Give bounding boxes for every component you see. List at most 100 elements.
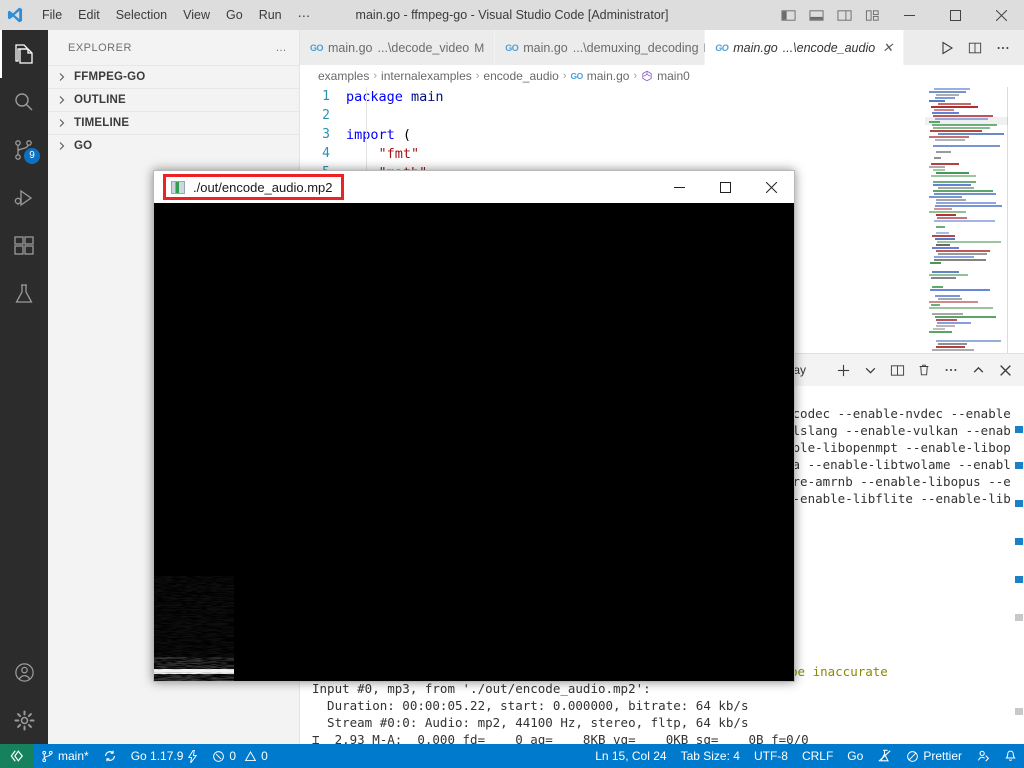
activity-search-icon[interactable]	[0, 78, 48, 126]
sidebar-more-actions-icon[interactable]: …	[276, 42, 288, 54]
go-file-icon: GO	[570, 71, 584, 81]
terminal-scrollbar[interactable]	[1014, 418, 1024, 745]
terminal-line: ra --enable-libtwolame --enabl	[785, 457, 1011, 472]
editor-tab-encode-audio[interactable]: GO main.go ...\encode_audio ✕	[705, 30, 905, 65]
window-close-button[interactable]	[978, 0, 1024, 30]
status-language-mode[interactable]: Go	[840, 744, 870, 768]
menu-bar: File Edit Selection View Go Run ⋯	[34, 5, 318, 26]
chevron-right-icon	[54, 115, 70, 131]
status-errors-count: 0	[229, 749, 237, 763]
audio-spectrogram-icon	[154, 576, 234, 681]
menu-run[interactable]: Run	[251, 5, 290, 25]
status-branch[interactable]: main*	[34, 744, 96, 768]
menu-file[interactable]: File	[34, 5, 70, 25]
terminal-line: Input #0, mp3, from './out/encode_audio.…	[312, 681, 651, 696]
prettier-icon	[906, 750, 919, 763]
menu-edit[interactable]: Edit	[70, 5, 108, 25]
activity-accounts-icon[interactable]	[0, 648, 48, 696]
menu-view[interactable]: View	[175, 5, 218, 25]
editor-tab-demuxing-decoding[interactable]: GO main.go ...\demuxing_decoding M	[495, 30, 714, 65]
sidebar-section-label: TIMELINE	[74, 117, 130, 129]
errors-icon	[212, 750, 225, 763]
status-encoding[interactable]: UTF-8	[747, 744, 795, 768]
menu-selection[interactable]: Selection	[108, 5, 175, 25]
editor-overview-ruler[interactable]	[1008, 87, 1024, 390]
toggle-primary-sidebar-icon[interactable]	[774, 0, 802, 30]
tab-close-icon[interactable]: ✕	[882, 40, 893, 56]
bell-icon	[1004, 749, 1017, 763]
customize-layout-icon[interactable]	[858, 0, 886, 30]
status-notifications-button[interactable]	[997, 744, 1024, 768]
window-maximize-button[interactable]	[932, 0, 978, 30]
editor-tab-decode-video[interactable]: GO main.go ...\decode_video M	[300, 30, 496, 65]
terminal-line: ore-amrnb --enable-libopus --e	[785, 474, 1011, 489]
tab-label: main.go	[523, 40, 568, 55]
toggle-secondary-sidebar-icon[interactable]	[830, 0, 858, 30]
minimap-lines	[925, 88, 1008, 375]
source-control-branch-icon	[41, 750, 54, 763]
editor-more-actions-icon[interactable]	[990, 30, 1016, 65]
status-eol-label: CRLF	[801, 749, 834, 763]
status-problems[interactable]: 0 0	[205, 744, 274, 768]
status-sync-button[interactable]	[96, 744, 124, 768]
ffplay-window[interactable]: ./out/encode_audio.mp2	[153, 170, 795, 682]
sidebar-section-timeline[interactable]: TIMELINE	[48, 111, 299, 134]
kill-terminal-trash-icon[interactable]	[911, 357, 937, 383]
ffplay-close-button[interactable]	[748, 171, 794, 203]
symbol-function-icon	[641, 70, 653, 82]
breadcrumb-separator-icon: ›	[475, 70, 480, 82]
maximize-panel-icon[interactable]	[965, 357, 991, 383]
breadcrumb-item-main0[interactable]: main0	[657, 69, 690, 83]
status-go-test-button[interactable]	[870, 744, 899, 768]
breadcrumb-item-internalexamples[interactable]: internalexamples	[381, 69, 472, 83]
terminal-line: --enable-libflite --enable-lib	[785, 491, 1011, 506]
status-branch-label: main*	[58, 749, 89, 763]
status-feedback-button[interactable]	[969, 744, 997, 768]
activity-bar: 9	[0, 30, 48, 744]
ffplay-minimize-button[interactable]	[656, 171, 702, 203]
sidebar-section-label: FFMPEG-GO	[74, 71, 146, 83]
title-bar: File Edit Selection View Go Run ⋯ main.g…	[0, 0, 1024, 30]
activity-testing-flask-icon[interactable]	[0, 270, 48, 318]
split-terminal-icon[interactable]	[884, 357, 910, 383]
vscode-window: File Edit Selection View Go Run ⋯ main.g…	[0, 0, 1024, 768]
sidebar-section-outline[interactable]: OUTLINE	[48, 88, 299, 111]
activity-run-and-debug-icon[interactable]	[0, 174, 48, 222]
activity-source-control-icon[interactable]: 9	[0, 126, 48, 174]
activity-explorer-icon[interactable]	[0, 30, 48, 78]
menu-overflow[interactable]: ⋯	[290, 5, 319, 26]
window-minimize-button[interactable]	[886, 0, 932, 30]
new-terminal-icon[interactable]	[830, 357, 856, 383]
run-code-icon[interactable]	[934, 30, 960, 65]
status-cursor-position[interactable]: Ln 15, Col 24	[588, 744, 673, 768]
ffplay-maximize-button[interactable]	[702, 171, 748, 203]
code-line: 1 package main	[300, 87, 1024, 106]
status-language-mode-label: Go	[847, 749, 864, 763]
chevron-down-icon[interactable]	[857, 357, 883, 383]
sidebar-section-ffmpeg-go[interactable]: FFMPEG-GO	[48, 65, 299, 88]
status-go-version[interactable]: Go 1.17.9	[124, 744, 206, 768]
status-tab-size[interactable]: Tab Size: 4	[674, 744, 747, 768]
go-file-icon: GO	[715, 43, 729, 53]
views-and-more-actions-icon[interactable]	[938, 357, 964, 383]
breadcrumb-item-main-go[interactable]: main.go	[587, 69, 630, 83]
split-editor-icon[interactable]	[962, 30, 988, 65]
status-eol[interactable]: CRLF	[795, 744, 840, 768]
status-remote-window-icon[interactable]	[0, 744, 34, 768]
activity-extensions-icon[interactable]	[0, 222, 48, 270]
status-prettier[interactable]: Prettier	[899, 744, 969, 768]
ffplay-video-surface[interactable]	[154, 203, 794, 681]
tab-label: main.go	[733, 41, 778, 55]
close-panel-icon[interactable]	[992, 357, 1018, 383]
line-number: 1	[322, 89, 330, 104]
tab-path: ...\decode_video	[377, 40, 470, 55]
sidebar-section-go[interactable]: GO	[48, 134, 299, 157]
menu-go[interactable]: Go	[218, 5, 251, 25]
ffplay-title-highlight: ./out/encode_audio.mp2	[163, 174, 344, 200]
breadcrumb-item-encode-audio[interactable]: encode_audio	[483, 69, 558, 83]
toggle-panel-icon[interactable]	[802, 0, 830, 30]
editor-minimap[interactable]	[925, 87, 1008, 390]
status-warnings-count: 0	[261, 749, 268, 763]
breadcrumb-item-examples[interactable]: examples	[318, 69, 369, 83]
activity-manage-gear-icon[interactable]	[0, 696, 48, 744]
